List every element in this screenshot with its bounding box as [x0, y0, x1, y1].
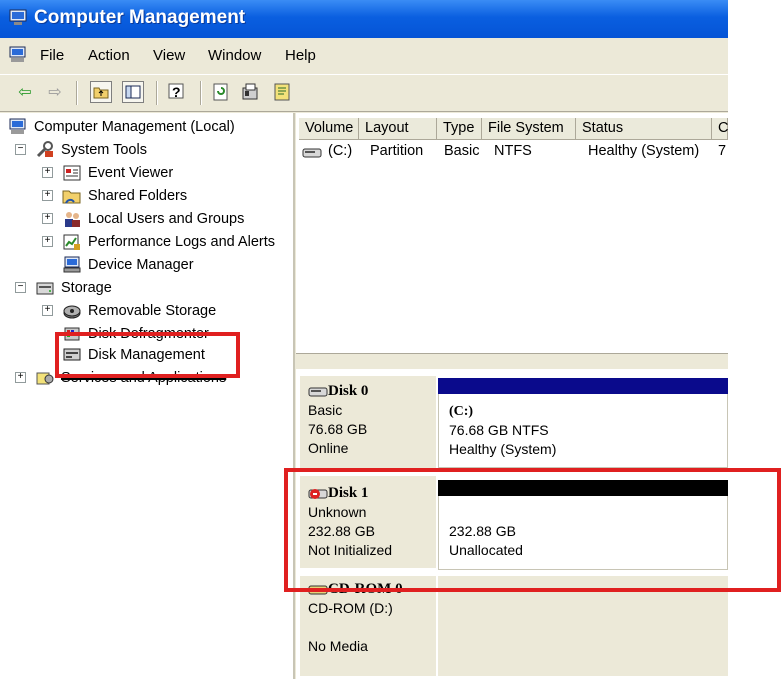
column-header-volume[interactable]: Volume — [299, 118, 359, 140]
tree-item-shared-folders[interactable]: Shared Folders — [62, 185, 187, 207]
expand-removable-storage[interactable]: + — [42, 305, 53, 316]
expand-perf-logs[interactable]: + — [42, 236, 53, 247]
disk-state: No Media — [308, 638, 368, 654]
type-cell: Basic — [444, 143, 480, 159]
services-applications-icon — [36, 372, 54, 385]
disk-0-info[interactable]: Disk 0 Basic 76.68 GB Online — [300, 376, 436, 468]
highlight-box-disk-management — [55, 332, 240, 378]
forward-arrow-icon[interactable]: ⇨ — [44, 81, 66, 103]
window-title: Computer Management — [34, 7, 246, 28]
partition-status: Healthy (System) — [449, 441, 557, 457]
disk-0-partition[interactable]: (C:) 76.68 GB NTFS Healthy (System) — [438, 378, 728, 468]
tree-label: Event Viewer — [88, 165, 174, 181]
expand-services-apps[interactable]: + — [15, 372, 26, 383]
disk-name: Disk 0 — [328, 383, 369, 399]
menu-file[interactable]: File — [40, 47, 64, 64]
toolbar: ⇦ ⇨ ? — [0, 74, 728, 112]
back-arrow-icon[interactable]: ⇦ — [14, 81, 36, 103]
status-cell: Healthy (System) — [588, 143, 700, 159]
title-bar[interactable]: Computer Management — [0, 0, 728, 38]
storage-icon — [36, 282, 54, 295]
volume-cell: (C:) — [328, 143, 353, 159]
column-header-file-system[interactable]: File System — [482, 118, 576, 140]
volume-list: Volume Layout Type File System Status C … — [296, 113, 728, 353]
refresh-icon[interactable] — [210, 81, 232, 103]
drive-icon — [302, 148, 322, 158]
partition-detail: 76.68 GB NTFS — [449, 422, 549, 438]
tree-label: Removable Storage — [88, 303, 217, 319]
expand-local-users[interactable]: + — [42, 213, 53, 224]
disk-type: CD-ROM (D:) — [308, 600, 393, 616]
collapse-storage[interactable]: − — [15, 282, 26, 293]
disk-state: Online — [308, 440, 349, 456]
toolbar-separator — [76, 81, 78, 105]
tree-label: System Tools — [61, 142, 147, 158]
menu-bar: File Action View Window Help — [0, 42, 728, 70]
column-header-type[interactable]: Type — [437, 118, 482, 140]
disk-size: 76.68 GB — [308, 421, 368, 437]
expand-shared-folders[interactable]: + — [42, 190, 53, 201]
toolbar-separator — [200, 81, 202, 105]
up-folder-icon[interactable] — [90, 81, 112, 103]
partition-bar — [438, 378, 728, 394]
removable-storage-icon — [63, 305, 81, 319]
computer-management-icon — [9, 118, 26, 134]
menu-view[interactable]: View — [153, 47, 185, 64]
tree-item-event-viewer[interactable]: Event Viewer — [62, 162, 173, 184]
tree-label: Shared Folders — [88, 188, 188, 204]
partition-label: (C:) — [449, 404, 474, 419]
tree-label: Storage — [61, 280, 112, 296]
filesystem-cell: NTFS — [494, 143, 532, 159]
capacity-cell: 7 — [718, 143, 727, 159]
collapse-system-tools[interactable]: − — [15, 144, 26, 155]
users-icon — [65, 212, 80, 227]
help-icon[interactable]: ? — [166, 81, 188, 103]
tree-item-device-manager[interactable]: Device Manager — [62, 254, 194, 276]
tree-item-performance-logs[interactable]: Performance Logs and Alerts — [62, 231, 275, 253]
disk-icon — [308, 387, 328, 396]
column-header-layout[interactable]: Layout — [359, 118, 437, 140]
performance-logs-icon — [63, 234, 80, 250]
system-menu-icon[interactable] — [8, 46, 28, 64]
tree-label: Device Manager — [88, 257, 194, 273]
layout-cell: Partition — [370, 143, 424, 159]
column-header-status[interactable]: Status — [576, 118, 712, 140]
menu-window[interactable]: Window — [208, 47, 261, 64]
tree-label: Local Users and Groups — [88, 211, 245, 227]
svg-text:?: ? — [172, 84, 181, 100]
tree-item-removable-storage[interactable]: Removable Storage — [62, 300, 216, 322]
device-manager-icon — [63, 256, 81, 273]
event-viewer-icon — [63, 165, 81, 181]
computer-management-icon — [9, 9, 27, 25]
tree-item-local-users[interactable]: Local Users and Groups — [62, 208, 244, 230]
menu-action[interactable]: Action — [88, 47, 130, 64]
tree-label: Performance Logs and Alerts — [88, 234, 275, 250]
system-tools-icon — [36, 141, 53, 158]
properties-icon[interactable] — [240, 81, 262, 103]
show-hide-tree-icon[interactable] — [122, 81, 144, 103]
pane-splitter[interactable] — [296, 353, 728, 370]
tree-root-label: Computer Management (Local) — [34, 119, 235, 135]
tree-item-storage[interactable]: Storage — [35, 277, 112, 299]
shared-folder-icon — [62, 190, 81, 204]
toolbar-separator — [156, 81, 158, 105]
disk-type: Basic — [308, 402, 343, 418]
column-header-capacity[interactable]: C — [712, 118, 728, 140]
expand-event-viewer[interactable]: + — [42, 167, 53, 178]
tree-item-system-tools[interactable]: System Tools — [35, 139, 147, 161]
tree-root[interactable]: Computer Management (Local) — [8, 116, 235, 138]
menu-help[interactable]: Help — [285, 47, 316, 64]
export-icon[interactable] — [272, 81, 294, 103]
highlight-box-disk-1 — [284, 468, 781, 592]
console-tree: Computer Management (Local) − System Too… — [0, 113, 295, 679]
